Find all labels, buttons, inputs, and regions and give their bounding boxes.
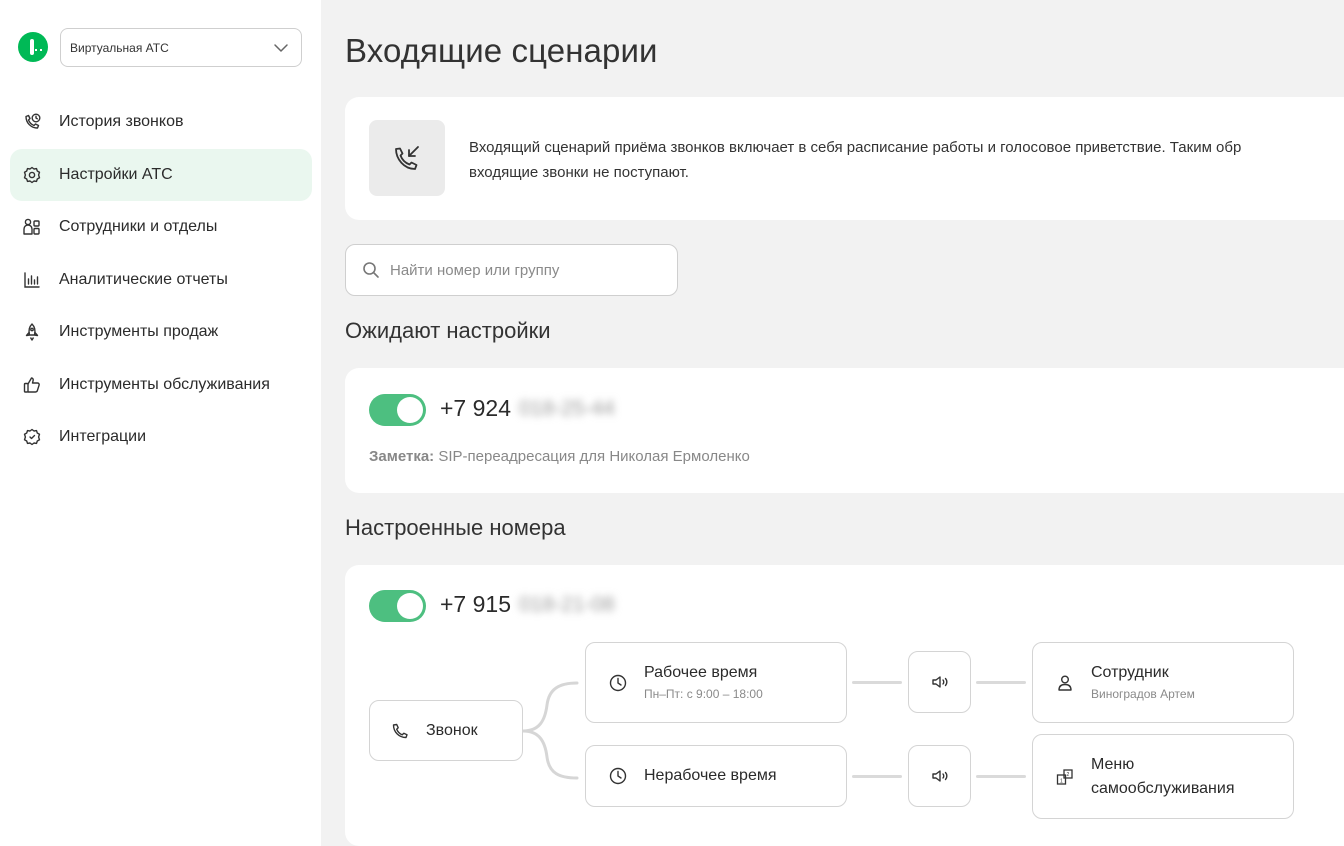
phone-icon — [392, 723, 408, 738]
flow-node-employee[interactable]: Сотрудник Виноградов Артем — [1032, 642, 1294, 723]
pending-note: Заметка: SIP-переадресация для Николая Е… — [369, 448, 750, 465]
section-title-configured: Настроенные номера — [345, 515, 566, 540]
flow-work-schedule: Пн–Пт: с 9:00 – 18:00 — [644, 687, 763, 701]
integration-gear-icon — [23, 428, 41, 446]
search-input[interactable] — [390, 261, 650, 279]
bar-chart-icon — [24, 271, 40, 288]
info-icon-box — [369, 120, 445, 196]
toggle-knob — [397, 397, 423, 423]
sidebar-item-service-tools[interactable]: Инструменты обслуживания — [10, 359, 312, 411]
flow-employee-name: Виноградов Артем — [1091, 687, 1195, 701]
sidebar-item-label: Сотрудники и отделы — [59, 218, 218, 235]
pending-phone-number: +7 924 018-25-44 — [440, 395, 615, 422]
flow-ivr-menu-text: Меню самообслуживания — [1091, 753, 1235, 801]
atc-selector-value: Виртуальная АТС — [70, 40, 169, 55]
flow-work-time-label: Рабочее время — [644, 664, 758, 681]
sidebar-item-analytics[interactable]: Аналитические отчеты — [10, 254, 312, 306]
info-banner: Входящий сценарий приёма звонков включае… — [345, 97, 1344, 220]
phone-hidden-part: 018-21-08 — [519, 592, 615, 616]
flow-node-greeting-nonwork[interactable] — [908, 745, 971, 807]
search-icon — [363, 262, 379, 278]
flow-work-time-text: Рабочее время Пн–Пт: с 9:00 – 18:00 — [644, 664, 763, 701]
configured-number-toggle[interactable] — [369, 590, 426, 622]
gear-icon — [23, 166, 41, 183]
phone-prefix: +7 924 — [440, 395, 511, 421]
flow-node-work-time[interactable]: Рабочее время Пн–Пт: с 9:00 – 18:00 — [585, 642, 847, 723]
flow-line — [852, 681, 902, 684]
svg-text:1: 1 — [1060, 778, 1063, 784]
pending-number-card: +7 924 018-25-44 Заметка: SIP-переадреса… — [345, 368, 1344, 493]
sidebar-item-sales-tools[interactable]: Инструменты продаж — [10, 306, 312, 358]
speaker-icon — [931, 676, 948, 688]
search-box[interactable] — [345, 244, 678, 296]
flow-node-ivr-menu[interactable]: 12 Меню самообслуживания — [1032, 734, 1294, 819]
svg-text:2: 2 — [1067, 772, 1070, 778]
flow-ivr-menu-line1: Меню — [1091, 755, 1135, 773]
flow-ivr-menu-line2: самообслуживания — [1091, 779, 1235, 797]
megafon-logo[interactable] — [18, 32, 48, 62]
sidebar-nav: История звонков Настройки АТС Сотрудники… — [10, 96, 312, 464]
section-title-pending: Ожидают настройки — [345, 318, 551, 343]
page-title: Входящие сценарии — [345, 32, 658, 69]
info-text-line2: входящие звонки не поступают. — [469, 164, 689, 181]
sidebar-item-label: Интеграции — [59, 428, 147, 445]
sidebar-item-integrations[interactable]: Интеграции — [10, 411, 312, 463]
flow-node-call[interactable]: Звонок — [369, 700, 523, 761]
flow-line — [976, 681, 1026, 684]
configured-number-card: +7 915 018-21-08 Звонок Рабочее время Пн… — [345, 565, 1344, 846]
sidebar-item-label: История звонков — [59, 113, 184, 130]
info-text-line1: Входящий сценарий приёма звонков включае… — [469, 139, 1242, 156]
main-content: Входящие сценарии Входящий сценарий приё… — [321, 0, 1344, 846]
configured-phone-number: +7 915 018-21-08 — [440, 591, 615, 618]
note-label: Заметка: — [369, 448, 435, 465]
flow-nonwork-time-label: Нерабочее время — [644, 767, 777, 784]
flow-employee-text: Сотрудник Виноградов Артем — [1091, 664, 1195, 701]
pending-number-toggle[interactable] — [369, 394, 426, 426]
sidebar-item-pbx-settings[interactable]: Настройки АТС — [10, 148, 312, 201]
toggle-knob — [397, 593, 423, 619]
phone-hidden-part: 018-25-44 — [519, 396, 615, 420]
people-icon — [23, 218, 40, 235]
flow-node-nonwork-time[interactable]: Нерабочее время — [585, 745, 847, 807]
sidebar-item-label: Настройки АТС — [59, 165, 173, 183]
chevron-down-icon — [274, 43, 288, 52]
info-text: Входящий сценарий приёма звонков включае… — [469, 135, 1344, 185]
note-text: SIP-переадресация для Николая Ермоленко — [438, 448, 750, 465]
atc-selector[interactable]: Виртуальная АТС — [60, 28, 302, 67]
sidebar: Виртуальная АТС История звонков Настройк… — [0, 0, 321, 846]
clock-icon — [609, 767, 627, 785]
flow-call-label: Звонок — [426, 721, 478, 739]
sidebar-item-label: Инструменты продаж — [59, 323, 219, 340]
flow-node-greeting-work[interactable] — [908, 651, 971, 713]
speaker-icon — [931, 770, 948, 782]
sidebar-item-call-history[interactable]: История звонков — [10, 96, 312, 148]
rocket-icon — [25, 323, 39, 341]
call-history-icon — [25, 113, 41, 129]
clock-icon — [609, 674, 627, 691]
sidebar-item-label: Инструменты обслуживания — [59, 375, 270, 393]
user-icon — [1058, 675, 1072, 691]
flow-line — [976, 775, 1026, 778]
sidebar-item-employees[interactable]: Сотрудники и отделы — [10, 201, 312, 253]
flow-employee-label: Сотрудник — [1091, 664, 1169, 681]
thumbs-up-icon — [23, 376, 40, 393]
flow-line — [852, 775, 902, 778]
sidebar-item-label: Аналитические отчеты — [59, 270, 228, 288]
incoming-call-icon — [395, 146, 419, 170]
phone-prefix: +7 915 — [440, 591, 511, 617]
ivr-menu-icon: 12 — [1056, 768, 1073, 785]
